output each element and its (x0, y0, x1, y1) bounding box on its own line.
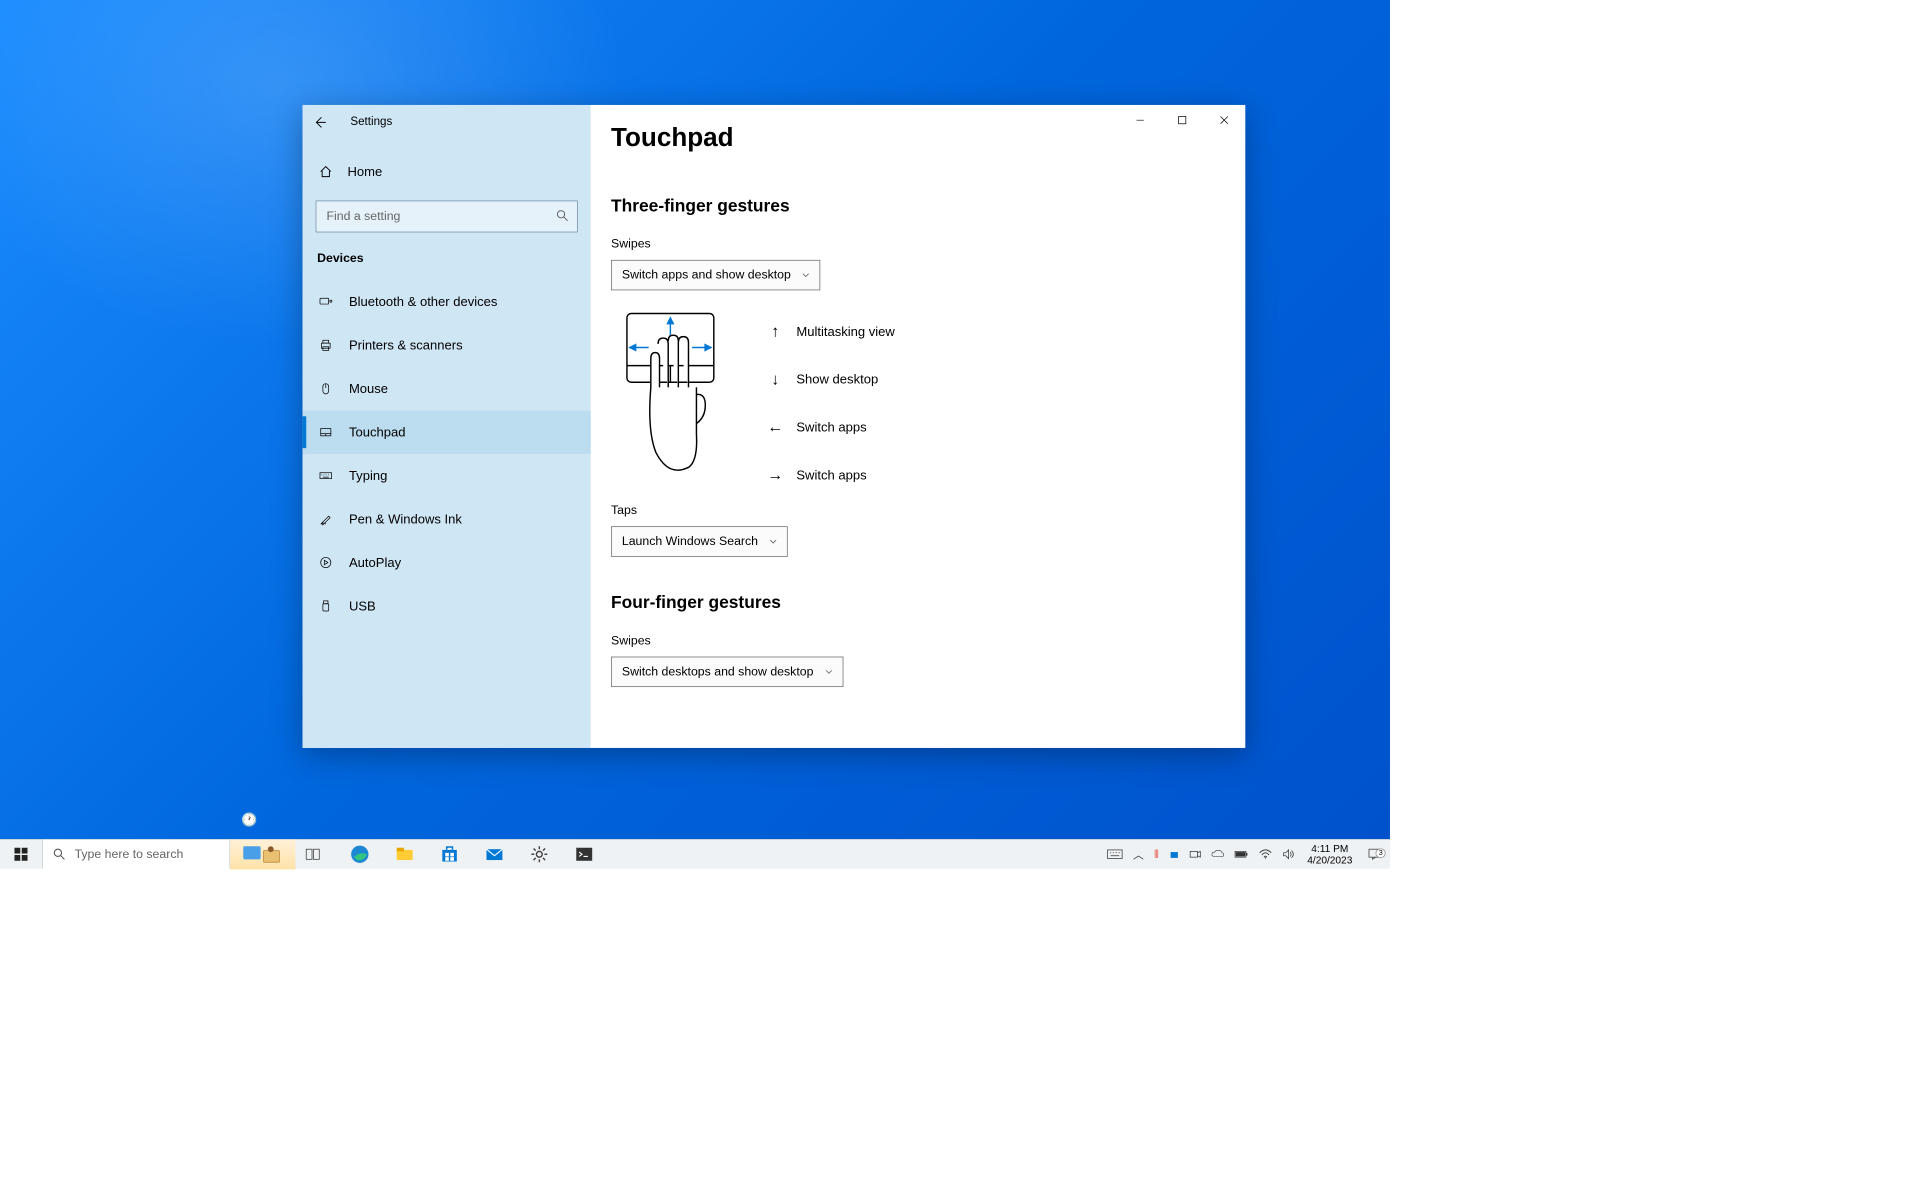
chevron-down-icon (801, 270, 811, 280)
gesture-label: Show desktop (796, 372, 878, 387)
nav-mouse[interactable]: Mouse (303, 367, 591, 410)
maximize-button[interactable] (1161, 105, 1203, 135)
settings-sidebar: Settings Home Devices Bluetooth & other … (303, 105, 591, 748)
taskbar-terminal[interactable] (562, 839, 607, 869)
search-input[interactable] (316, 201, 578, 233)
tray-time-text: 4:11 PM (1307, 843, 1352, 855)
dropdown-value: Launch Windows Search (622, 534, 758, 548)
nav-label: Typing (349, 468, 387, 483)
search-icon (53, 848, 66, 861)
taskbar: Type here to search ︿ ⦀ 4:11 PM 4/20/202… (0, 839, 1390, 869)
taskbar-store[interactable] (427, 839, 472, 869)
task-view-button[interactable] (295, 846, 330, 862)
touchpad-diagram (611, 308, 756, 499)
nav-label: USB (349, 598, 376, 613)
three-finger-heading: Three-finger gestures (611, 196, 1225, 216)
tray-clock[interactable]: 4:11 PM 4/20/2023 (1300, 843, 1360, 866)
gesture-right: → Switch apps (764, 451, 894, 499)
taps-label: Taps (611, 503, 1225, 517)
window-title: Settings (350, 116, 392, 129)
action-center-button[interactable]: 3 (1360, 848, 1390, 861)
nav-bluetooth[interactable]: Bluetooth & other devices (303, 280, 591, 323)
desktop-clock-icon: 🕐 (241, 812, 257, 827)
home-label: Home (347, 164, 382, 179)
pen-icon (319, 512, 335, 526)
tray-location-icon[interactable] (1164, 849, 1184, 859)
system-tray: ︿ ⦀ 4:11 PM 4/20/2023 3 (1102, 840, 1390, 869)
tray-wifi-icon[interactable] (1254, 849, 1277, 859)
four-finger-swipes-dropdown[interactable]: Switch desktops and show desktop (611, 657, 843, 687)
tray-volume-icon[interactable] (1277, 848, 1300, 860)
mouse-icon (319, 382, 335, 396)
nav-typing[interactable]: Typing (303, 454, 591, 497)
gesture-label: Switch apps (796, 420, 866, 435)
nav-label: Touchpad (349, 425, 406, 440)
arrow-down-icon: ↓ (764, 370, 786, 389)
action-center-badge: 3 (1376, 848, 1386, 857)
back-button[interactable] (303, 105, 338, 140)
taskbar-search[interactable]: Type here to search (42, 840, 230, 869)
nav-label: Pen & Windows Ink (349, 511, 462, 526)
nav-autoplay[interactable]: AutoPlay (303, 541, 591, 584)
tray-date-text: 4/20/2023 (1307, 854, 1352, 866)
sidebar-nav: Bluetooth & other devices Printers & sca… (303, 280, 591, 627)
gesture-label: Switch apps (796, 467, 866, 482)
sidebar-category: Devices (303, 232, 591, 270)
three-finger-swipes-dropdown[interactable]: Switch apps and show desktop (611, 260, 821, 290)
taskbar-explorer[interactable] (382, 839, 427, 869)
search-placeholder: Type here to search (75, 847, 184, 861)
touchpad-icon (319, 425, 335, 439)
usb-icon (319, 599, 335, 613)
taskbar-mail[interactable] (472, 839, 517, 869)
tray-onedrive-icon[interactable] (1206, 849, 1229, 859)
nav-printers[interactable]: Printers & scanners (303, 324, 591, 367)
bluetooth-icon (319, 295, 335, 309)
arrow-left-icon: ← (764, 418, 786, 437)
nav-usb[interactable]: USB (303, 584, 591, 627)
minimize-button[interactable] (1119, 105, 1161, 135)
nav-label: Bluetooth & other devices (349, 294, 498, 309)
tray-battery-icon[interactable] (1229, 850, 1254, 859)
gesture-up: ↑ Multitasking view (764, 308, 894, 356)
taskbar-edge[interactable] (337, 839, 382, 869)
nav-label: Printers & scanners (349, 338, 463, 353)
tray-app-icon[interactable]: ⦀ (1149, 848, 1164, 860)
settings-content: Touchpad Three-finger gestures Swipes Sw… (591, 105, 1245, 748)
printer-icon (319, 338, 335, 352)
close-button[interactable] (1203, 105, 1245, 135)
arrow-up-icon: ↑ (764, 322, 786, 341)
dropdown-value: Switch apps and show desktop (622, 268, 791, 282)
three-finger-taps-dropdown[interactable]: Launch Windows Search (611, 526, 788, 556)
sidebar-home[interactable]: Home (303, 153, 591, 191)
tray-input-indicator[interactable] (1102, 848, 1128, 861)
nav-touchpad[interactable]: Touchpad (303, 410, 591, 453)
autoplay-icon (319, 555, 335, 569)
swipes-label: Swipes (611, 633, 1225, 647)
gesture-left: ← Switch apps (764, 403, 894, 451)
tray-meet-icon[interactable] (1184, 848, 1206, 860)
dropdown-value: Switch desktops and show desktop (622, 665, 814, 679)
search-icon (556, 209, 569, 222)
nav-label: Mouse (349, 381, 388, 396)
start-button[interactable] (0, 839, 42, 869)
gesture-down: ↓ Show desktop (764, 355, 894, 403)
chevron-down-icon (768, 536, 778, 546)
meet-now-widget[interactable] (230, 839, 295, 869)
arrow-right-icon: → (764, 465, 786, 484)
home-icon (319, 164, 333, 178)
four-finger-heading: Four-finger gestures (611, 593, 1225, 613)
taskbar-settings[interactable] (517, 839, 562, 869)
gesture-label: Multitasking view (796, 324, 894, 339)
titlebar: Settings (303, 105, 591, 140)
swipes-label: Swipes (611, 237, 1225, 251)
nav-pen[interactable]: Pen & Windows Ink (303, 497, 591, 540)
nav-label: AutoPlay (349, 555, 401, 570)
keyboard-icon (319, 468, 335, 482)
chevron-down-icon (824, 667, 834, 677)
tray-overflow-chevron[interactable]: ︿ (1128, 847, 1149, 862)
settings-window: Settings Home Devices Bluetooth & other … (303, 105, 1246, 748)
